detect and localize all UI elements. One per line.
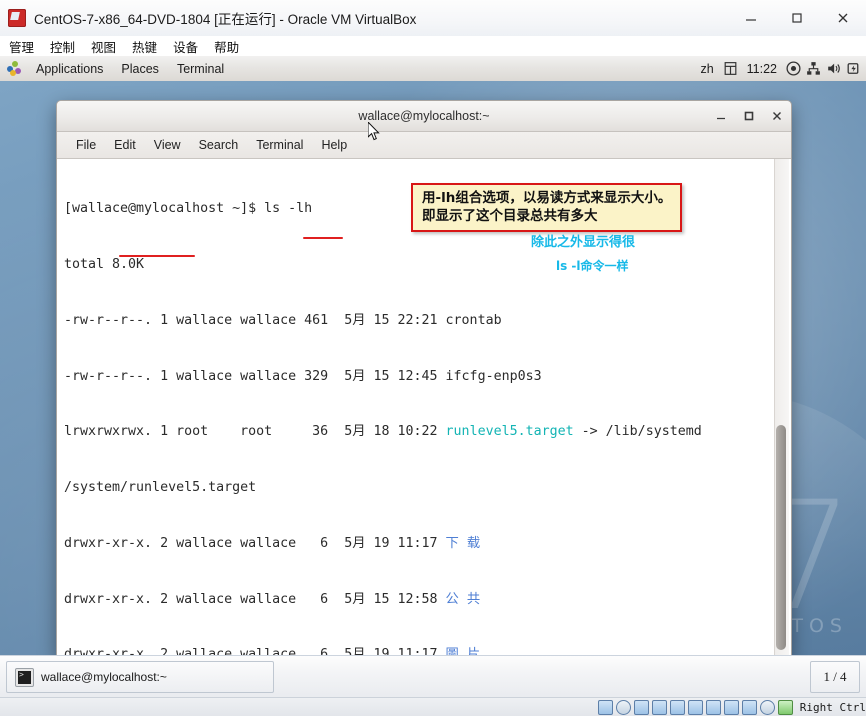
terminal-menu-file[interactable]: File <box>67 138 105 152</box>
gnome-top-panel: Applications Places Terminal zh 11:22 <box>0 56 866 82</box>
terminal-minimize-icon[interactable] <box>713 108 729 124</box>
applications-menu[interactable]: Applications <box>27 62 112 76</box>
floppy-icon[interactable] <box>633 700 649 715</box>
terminal-icon <box>15 667 34 687</box>
usb-icon[interactable] <box>669 700 685 715</box>
terminal-menu-search[interactable]: Search <box>190 138 248 152</box>
annotation-note-yellow: 用-lh组合选项，以易读方式来显示大小。即显示了这个目录总共有多大 <box>411 183 682 232</box>
dir-name: 公 共 <box>445 591 481 607</box>
host-key-label: Right Ctrl <box>799 701 866 714</box>
terminal-menu-view[interactable]: View <box>145 138 190 152</box>
close-icon[interactable] <box>820 0 866 36</box>
maximize-icon[interactable] <box>774 0 820 36</box>
terminal-titlebar[interactable]: wallace@mylocalhost:~ <box>57 101 791 132</box>
annotation-note-cyan-2: ls -l命令一样 <box>556 259 629 273</box>
menu-devices[interactable]: 设备 <box>166 37 205 56</box>
line-prefix: drwxr-xr-x. 2 wallace wallace 6 5月 15 12… <box>64 591 446 607</box>
terminal-line: lrwxrwxrwx. 1 root root 36 5月 18 10:22 r… <box>64 423 769 442</box>
applications-icon <box>7 61 22 76</box>
guest-screen: Applications Places Terminal zh 11:22 7 … <box>0 56 866 655</box>
screenshot-root: CentOS-7-x86_64-DVD-1804 [正在运行] - Oracle… <box>0 0 866 716</box>
terminal-output: [wallace@mylocalhost ~]$ ls -lh total 8.… <box>64 163 769 655</box>
input-method-indicator[interactable]: zh <box>695 62 718 76</box>
terminal-line: total 8.0K <box>64 256 145 272</box>
menu-control[interactable]: 控制 <box>43 37 82 56</box>
terminal-line: -rw-r--r--. 1 wallace wallace 461 5月 15 … <box>64 312 502 328</box>
terminal-menu-terminal[interactable]: Terminal <box>247 138 312 152</box>
symlink-target: -> /lib/systemd <box>573 424 702 440</box>
terminal-line: drwxr-xr-x. 2 wallace wallace 6 5月 19 11… <box>64 535 769 554</box>
terminal-line: drwxr-xr-x. 2 wallace wallace 6 5月 15 12… <box>64 591 769 610</box>
terminal-scrollbar-thumb[interactable] <box>776 425 786 650</box>
windows-taskbar: wallace@mylocalhost:~ 1 / 4 <box>0 655 866 698</box>
virtualbox-menubar: 管理 控制 视图 热键 设备 帮助 <box>0 36 866 57</box>
terminal-menu-help[interactable]: Help <box>312 138 356 152</box>
hdd-icon[interactable] <box>597 700 613 715</box>
taskbar-item-label: wallace@mylocalhost:~ <box>41 670 167 684</box>
panel-status-area: zh 11:22 <box>695 56 862 81</box>
line-prefix: drwxr-xr-x. 2 wallace wallace 6 5月 19 11… <box>64 535 446 551</box>
annotation-note-cyan-1: 除此之外显示得很 <box>531 235 636 250</box>
remote-icon[interactable] <box>777 700 793 715</box>
calendar-icon <box>722 60 739 77</box>
menu-view[interactable]: 视图 <box>84 37 123 56</box>
shared-folder-icon[interactable] <box>687 700 703 715</box>
dir-name: 圖 片 <box>445 647 481 655</box>
symlink-name: runlevel5.target <box>445 424 574 440</box>
terminal-scrollbar[interactable] <box>774 159 789 655</box>
terminal-menu-edit[interactable]: Edit <box>105 138 145 152</box>
network-icon[interactable] <box>805 60 822 77</box>
virtualbox-titlebar: CentOS-7-x86_64-DVD-1804 [正在运行] - Oracle… <box>0 0 866 37</box>
terminal-close-icon[interactable] <box>769 108 785 124</box>
window-controls <box>728 0 866 36</box>
clock[interactable]: 11:22 <box>742 62 782 76</box>
terminal-title: wallace@mylocalhost:~ <box>358 109 490 123</box>
volume-icon[interactable] <box>825 60 842 77</box>
network-icon[interactable] <box>651 700 667 715</box>
terminal-line: /system/runlevel5.target <box>64 480 257 496</box>
taskbar-page-indicator[interactable]: 1 / 4 <box>810 661 860 693</box>
terminal-menubar: File Edit View Search Terminal Help <box>57 132 791 159</box>
line-prefix: lrwxrwxrwx. 1 root root 36 5月 18 10:22 <box>64 424 446 440</box>
virtualbox-statusbar: Right Ctrl <box>0 697 866 716</box>
accessibility-icon[interactable] <box>785 60 802 77</box>
line-prefix: drwxr-xr-x. 2 wallace wallace 6 5月 19 11… <box>64 647 446 655</box>
terminal-menu[interactable]: Terminal <box>168 62 233 76</box>
terminal-line: -rw-r--r--. 1 wallace wallace 329 5月 15 … <box>64 368 542 384</box>
menu-help[interactable]: 帮助 <box>207 37 246 56</box>
battery-icon[interactable] <box>845 60 862 77</box>
minimize-icon[interactable] <box>728 0 774 36</box>
recording-icon[interactable] <box>723 700 739 715</box>
terminal-line: drwxr-xr-x. 2 wallace wallace 6 5月 19 11… <box>64 646 769 655</box>
display-icon[interactable] <box>705 700 721 715</box>
terminal-window-controls <box>713 101 785 131</box>
places-menu[interactable]: Places <box>112 62 168 76</box>
menu-hotkey[interactable]: 热键 <box>125 37 164 56</box>
window-title: CentOS-7-x86_64-DVD-1804 [正在运行] - Oracle… <box>34 12 417 27</box>
taskbar-item-terminal[interactable]: wallace@mylocalhost:~ <box>6 661 274 693</box>
menu-manage[interactable]: 管理 <box>2 37 41 56</box>
underline-lh-option <box>303 237 343 239</box>
terminal-maximize-icon[interactable] <box>741 108 757 124</box>
keyboard-icon[interactable] <box>759 700 775 715</box>
dir-name: 下 载 <box>445 535 481 551</box>
terminal-body[interactable]: [wallace@mylocalhost ~]$ ls -lh total 8.… <box>57 159 791 655</box>
virtualbox-icon <box>8 9 26 27</box>
underline-total-size <box>119 255 195 257</box>
mouse-icon[interactable] <box>741 700 757 715</box>
cd-icon[interactable] <box>615 700 631 715</box>
